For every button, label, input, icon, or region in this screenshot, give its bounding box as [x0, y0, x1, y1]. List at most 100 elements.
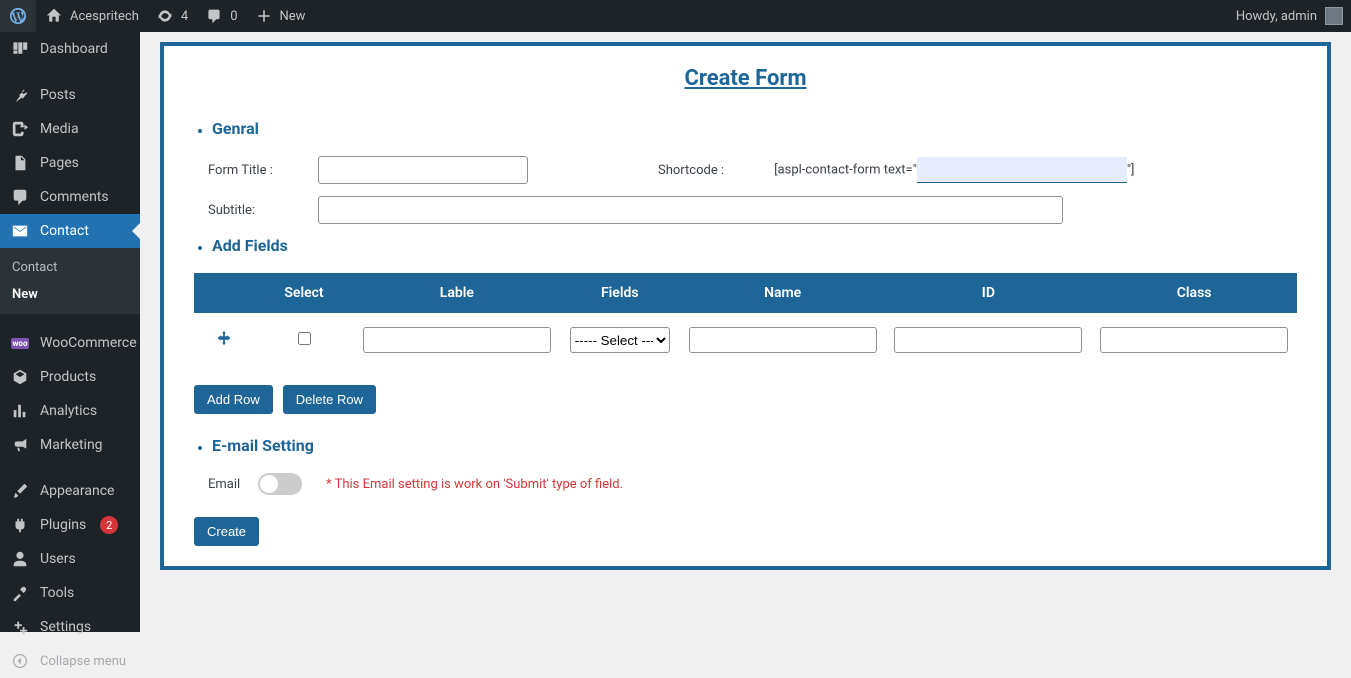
- plugin-icon: [10, 515, 30, 535]
- chart-icon: [10, 401, 30, 421]
- sidebar-sub-new[interactable]: New: [0, 281, 140, 308]
- th-select: Select: [254, 273, 354, 313]
- site-name: Acespritech: [70, 9, 139, 24]
- shortcode-box: Shortcode : [aspl-contact-form text=""]: [658, 157, 1134, 183]
- sidebar-label: Pages: [40, 155, 79, 171]
- sidebar-item-posts[interactable]: Posts: [0, 78, 140, 112]
- howdy-text: Howdy, admin: [1236, 9, 1317, 24]
- plus-icon: [254, 6, 274, 26]
- row-buttons: Add Row Delete Row: [194, 385, 1297, 414]
- section-addfields: Add Fields: [212, 236, 288, 255]
- dashboard-icon: [10, 39, 30, 59]
- row-fields-select[interactable]: ----- Select ----: [570, 327, 670, 353]
- sidebar-label: Products: [40, 369, 96, 385]
- shortcode-label: Shortcode :: [658, 163, 724, 178]
- subtitle-label: Subtitle:: [208, 203, 318, 218]
- sidebar-item-comments[interactable]: Comments: [0, 180, 140, 214]
- row-name-input[interactable]: [689, 327, 877, 353]
- sidebar-label: Comments: [40, 189, 109, 205]
- media-icon: [10, 119, 30, 139]
- site-name-item[interactable]: Acespritech: [36, 0, 147, 32]
- sidebar-item-media[interactable]: Media: [0, 112, 140, 146]
- shortcode-highlight: [917, 157, 1127, 183]
- page-title: Create Form: [194, 66, 1297, 91]
- th-name: Name: [680, 273, 886, 313]
- sidebar-submenu: Contact New: [0, 248, 140, 314]
- sidebar-label: Dashboard: [40, 41, 108, 57]
- page-icon: [10, 153, 30, 173]
- add-row-button[interactable]: Add Row: [194, 385, 273, 414]
- sidebar-item-woocommerce[interactable]: woo WooCommerce: [0, 326, 140, 360]
- wp-logo-item[interactable]: [0, 0, 36, 32]
- sidebar-label: Appearance: [40, 483, 114, 499]
- new-label: New: [280, 9, 306, 24]
- sidebar-label: Contact: [40, 223, 89, 239]
- form-title-row: Form Title : Shortcode : [aspl-contact-f…: [208, 156, 1297, 184]
- row-id-input[interactable]: [894, 327, 1082, 353]
- row-label-input[interactable]: [363, 327, 551, 353]
- form-title-label: Form Title :: [208, 163, 318, 178]
- row-checkbox[interactable]: [298, 332, 311, 345]
- sidebar-item-products[interactable]: Products: [0, 360, 140, 394]
- sidebar-item-appearance[interactable]: Appearance: [0, 474, 140, 508]
- megaphone-icon: [10, 435, 30, 455]
- admin-bar: Acespritech 4 0 New Howdy, admin: [0, 0, 1351, 32]
- form-title-input[interactable]: [318, 156, 528, 184]
- admin-bar-left: Acespritech 4 0 New: [0, 0, 313, 32]
- user-icon: [10, 549, 30, 569]
- product-icon: [10, 367, 30, 387]
- collapse-label: Collapse menu: [40, 654, 126, 669]
- woo-icon: woo: [10, 333, 30, 353]
- sidebar-label: Marketing: [40, 437, 103, 453]
- email-row: Email * This Email setting is work on 'S…: [194, 473, 1297, 495]
- sidebar-item-analytics[interactable]: Analytics: [0, 394, 140, 428]
- sidebar-item-dashboard[interactable]: Dashboard: [0, 32, 140, 66]
- fields-table: Select Lable Fields Name ID Class ----- …: [194, 273, 1297, 367]
- sidebar-item-marketing[interactable]: Marketing: [0, 428, 140, 462]
- comments-item[interactable]: 0: [196, 0, 245, 32]
- sidebar-sub-contact[interactable]: Contact: [0, 254, 140, 281]
- pin-icon: [10, 85, 30, 105]
- sidebar-item-pages[interactable]: Pages: [0, 146, 140, 180]
- sidebar-item-plugins[interactable]: Plugins 2: [0, 508, 140, 542]
- th-class: Class: [1091, 273, 1297, 313]
- th-id: ID: [886, 273, 1092, 313]
- sidebar-item-settings[interactable]: Settings: [0, 610, 140, 644]
- mail-icon: [10, 221, 30, 241]
- brush-icon: [10, 481, 30, 501]
- sidebar-label: Settings: [40, 619, 91, 635]
- avatar: [1325, 7, 1343, 25]
- comments-icon: [204, 6, 224, 26]
- updates-item[interactable]: 4: [147, 0, 196, 32]
- subtitle-input[interactable]: [318, 196, 1063, 224]
- email-label: Email: [208, 477, 258, 492]
- wordpress-icon: [8, 6, 28, 26]
- collapse-menu[interactable]: Collapse menu: [0, 644, 140, 678]
- comment-icon: [10, 187, 30, 207]
- wrench-icon: [10, 583, 30, 603]
- sidebar-label: Tools: [40, 585, 74, 601]
- home-icon: [44, 6, 64, 26]
- section-general: Genral: [212, 119, 259, 138]
- updates-count: 4: [181, 9, 188, 24]
- delete-row-button[interactable]: Delete Row: [283, 385, 376, 414]
- admin-sidebar: Dashboard Posts Media Pages Comments Con…: [0, 32, 140, 632]
- comments-count: 0: [230, 9, 237, 24]
- th-fields: Fields: [560, 273, 680, 313]
- plugin-badge: 2: [100, 516, 118, 534]
- sidebar-label: WooCommerce: [40, 335, 137, 351]
- section-email: E-mail Setting: [212, 436, 314, 455]
- shortcode-text: [aspl-contact-form text=""]: [774, 157, 1134, 183]
- table-row: ----- Select ----: [194, 313, 1297, 367]
- sidebar-item-contact[interactable]: Contact: [0, 214, 140, 248]
- update-icon: [155, 6, 175, 26]
- sidebar-item-users[interactable]: Users: [0, 542, 140, 576]
- create-button[interactable]: Create: [194, 517, 259, 546]
- row-class-input[interactable]: [1100, 327, 1288, 353]
- new-item[interactable]: New: [246, 0, 314, 32]
- subtitle-row: Subtitle:: [208, 196, 1297, 224]
- sidebar-item-tools[interactable]: Tools: [0, 576, 140, 610]
- move-icon[interactable]: [215, 329, 233, 347]
- admin-bar-right[interactable]: Howdy, admin: [1236, 7, 1351, 25]
- email-toggle[interactable]: [258, 473, 302, 495]
